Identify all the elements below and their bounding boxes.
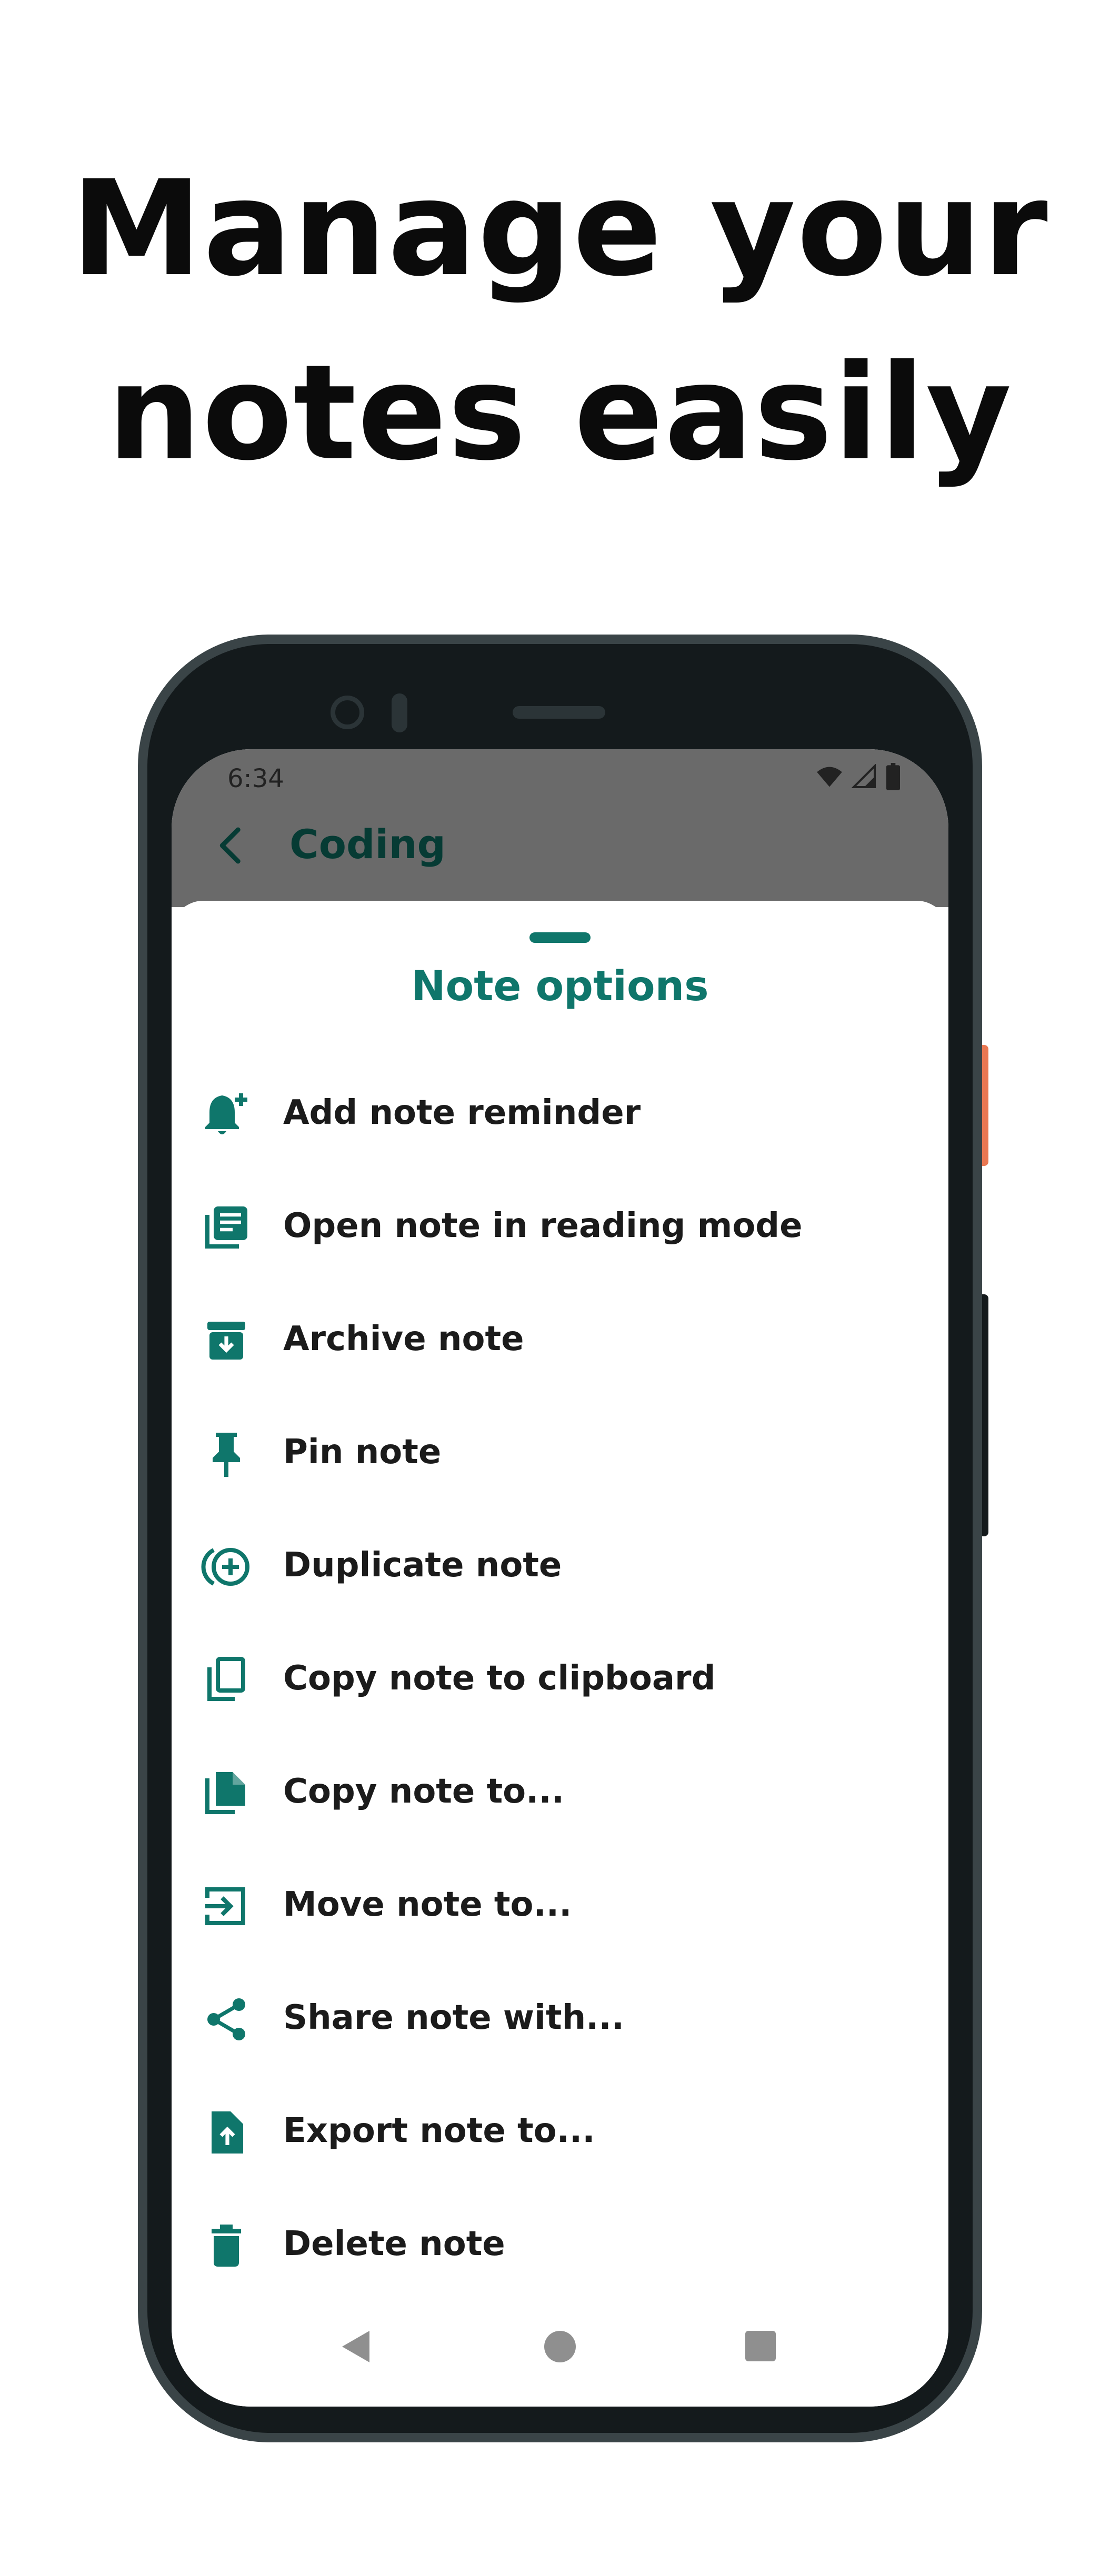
- status-time: 6:34: [227, 764, 284, 793]
- phone-frame: 6:34 Coding Note options Add note remind…: [138, 635, 982, 2442]
- bell-plus-icon: [205, 1093, 247, 1134]
- share-icon: [207, 1998, 245, 2040]
- nav-back-icon[interactable]: [340, 2330, 372, 2363]
- option-share-note-with[interactable]: Share note with...: [172, 1961, 948, 2075]
- option-pin-note[interactable]: Pin note: [172, 1396, 948, 1509]
- status-icons: [816, 763, 901, 790]
- option-export-note-to[interactable]: Export note to...: [172, 2075, 948, 2188]
- headline-line-1: Manage your: [71, 152, 1049, 305]
- option-label: Copy note to...: [283, 1772, 565, 1811]
- option-move-note-to[interactable]: Move note to...: [172, 1848, 948, 1961]
- duplicate-icon: [201, 1548, 249, 1586]
- option-archive-note[interactable]: Archive note: [172, 1283, 948, 1396]
- headline-line-2: notes easily: [107, 336, 1013, 489]
- note-options-sheet: Note options Add note reminder Open note…: [172, 901, 948, 2407]
- option-copy-note-to[interactable]: Copy note to...: [172, 1735, 948, 1848]
- trash-icon: [212, 2225, 241, 2267]
- wifi-icon: [817, 767, 842, 787]
- archive-icon: [207, 1322, 245, 1360]
- earpiece-speaker: [513, 706, 605, 719]
- phone-screen: 6:34 Coding Note options Add note remind…: [172, 749, 948, 2407]
- option-label: Archive note: [283, 1320, 524, 1359]
- option-label: Delete note: [283, 2225, 505, 2263]
- move-icon: [205, 1887, 245, 1925]
- option-label: Pin note: [283, 1433, 442, 1472]
- option-open-reading-mode[interactable]: Open note in reading mode: [172, 1170, 948, 1283]
- app-bar-title: Coding: [289, 821, 446, 868]
- option-label: Add note reminder: [283, 1093, 641, 1132]
- option-add-note-reminder[interactable]: Add note reminder: [172, 1056, 948, 1170]
- option-label: Copy note to clipboard: [283, 1659, 716, 1698]
- option-label: Open note in reading mode: [283, 1206, 803, 1245]
- proximity-sensor: [392, 693, 407, 732]
- nav-home-icon[interactable]: [544, 2331, 576, 2362]
- option-label: Share note with...: [283, 1998, 625, 2037]
- option-label: Move note to...: [283, 1885, 572, 1924]
- system-navigation-bar: [172, 2315, 948, 2378]
- copy-file-icon: [205, 1772, 245, 1814]
- nav-recents-icon[interactable]: [745, 2331, 776, 2361]
- signal-icon: [852, 764, 876, 788]
- sheet-drag-handle[interactable]: [529, 932, 591, 943]
- option-copy-to-clipboard[interactable]: Copy note to clipboard: [172, 1622, 948, 1735]
- status-bar: 6:34: [172, 749, 948, 807]
- option-duplicate-note[interactable]: Duplicate note: [172, 1509, 948, 1622]
- arrow-back-icon[interactable]: [208, 822, 256, 869]
- option-delete-note[interactable]: Delete note: [172, 2188, 948, 2301]
- copy-clipboard-icon: [207, 1657, 245, 1701]
- options-list: Add note reminder Open note in reading m…: [172, 1056, 948, 2301]
- phone-body: 6:34 Coding Note options Add note remind…: [147, 644, 973, 2433]
- option-label: Duplicate note: [283, 1546, 562, 1585]
- pin-icon: [213, 1433, 240, 1477]
- app-bar: Coding: [172, 807, 948, 907]
- front-camera: [331, 696, 364, 729]
- sheet-title: Note options: [411, 963, 709, 1010]
- option-label: Export note to...: [283, 2111, 595, 2150]
- headline: Manage your notes easily: [0, 137, 1120, 505]
- battery-icon: [886, 763, 900, 790]
- export-icon: [212, 2111, 243, 2154]
- reading-mode-icon: [205, 1206, 247, 1249]
